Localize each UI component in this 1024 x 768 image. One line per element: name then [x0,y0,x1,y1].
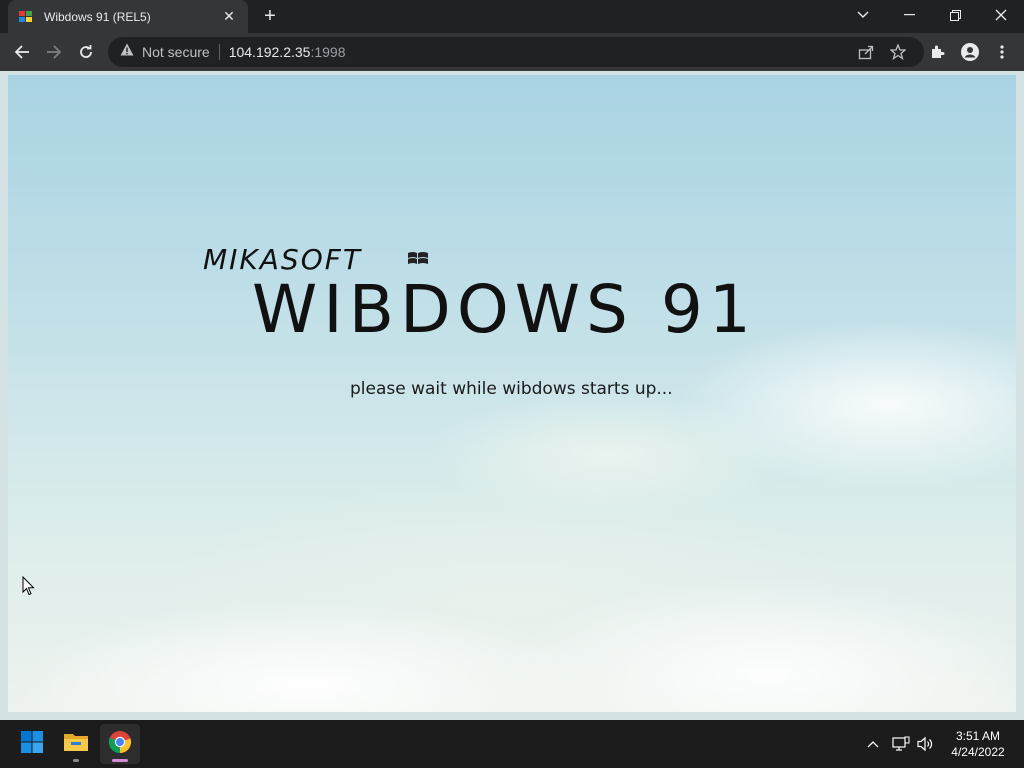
product-title: WIBDOWS 91 [252,271,757,348]
network-icon[interactable] [891,734,911,754]
wibdows-logo-icon [407,250,429,268]
active-indicator [112,759,128,762]
windows-start-icon [20,730,44,759]
share-icon[interactable] [858,44,874,60]
restore-icon[interactable] [932,0,978,30]
browser-tab[interactable]: Wibdows 91 (REL5) ✕ [8,0,248,33]
taskbar-clock[interactable]: 3:51 AM 4/24/2022 [940,728,1016,760]
clock-time: 3:51 AM [955,729,1001,743]
file-explorer-icon [63,731,89,758]
page-viewport: MIKASOFT WIBDOWS 91 please wait while wi… [0,71,1024,720]
more-menu-icon[interactable] [988,38,1016,66]
url-host: 104.192.2.35 [228,44,311,60]
running-indicator [73,759,79,762]
forward-button[interactable] [40,38,68,66]
close-window-icon[interactable] [978,0,1024,30]
clock-date: 4/24/2022 [951,745,1005,759]
minimize-icon[interactable] [886,0,932,30]
wibdows-favicon-icon [18,9,34,25]
back-button[interactable] [8,38,36,66]
security-label[interactable]: Not secure [142,44,210,60]
address-divider [218,44,220,60]
tab-search-chevron-down-icon[interactable] [840,0,886,30]
chrome-icon [108,730,132,759]
volume-icon[interactable] [916,734,936,754]
file-explorer-button[interactable] [56,724,96,764]
taskbar: 3:51 AM 4/24/2022 [0,720,1024,768]
browser-toolbar: Not secure 104.192.2.35:1998 [0,33,1024,71]
profile-avatar-icon[interactable] [956,38,984,66]
reload-button[interactable] [72,38,100,66]
mouse-cursor-icon [22,575,35,601]
warning-icon[interactable] [120,43,134,61]
address-bar[interactable]: Not secure 104.192.2.35:1998 [108,37,924,67]
bookmark-star-icon[interactable] [890,44,906,60]
browser-title-bar: Wibdows 91 (REL5) ✕ + [0,0,1024,33]
chrome-taskbar-button[interactable] [100,724,140,764]
start-button[interactable] [12,724,52,764]
new-tab-button[interactable]: + [258,4,282,28]
show-hidden-icons-chevron-up-icon[interactable] [863,734,883,754]
url-port: :1998 [310,44,346,60]
tab-title: Wibdows 91 (REL5) [44,9,151,24]
extensions-puzzle-icon[interactable] [924,38,952,66]
tab-close-icon[interactable]: ✕ [220,8,238,25]
boot-status-text: please wait while wibdows starts up... [350,379,673,399]
